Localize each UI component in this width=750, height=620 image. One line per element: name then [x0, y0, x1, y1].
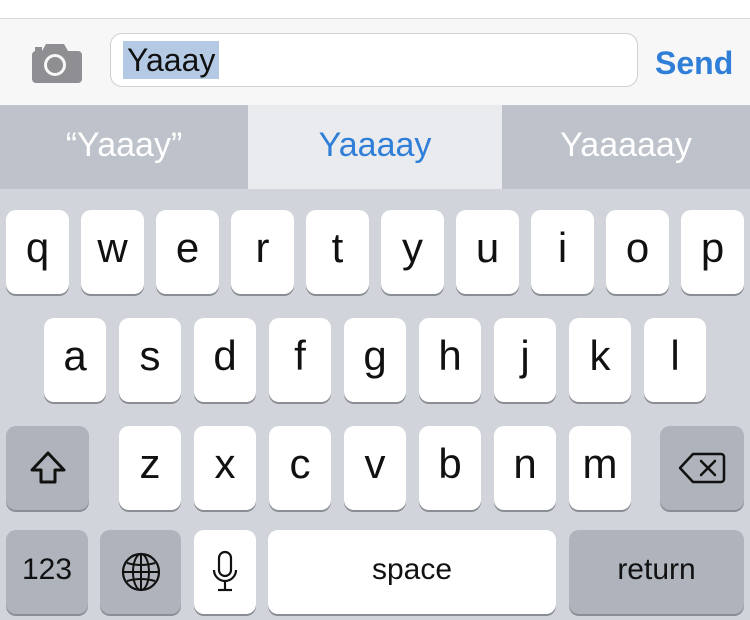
key-i[interactable]: i: [531, 210, 594, 294]
key-t[interactable]: t: [306, 210, 369, 294]
key-l[interactable]: l: [644, 318, 706, 402]
space-key[interactable]: space: [268, 530, 556, 614]
key-label: i: [557, 224, 568, 271]
key-f[interactable]: f: [269, 318, 331, 402]
key-label: 123: [21, 553, 73, 586]
key-label: t: [331, 224, 344, 271]
key-label: z: [139, 440, 161, 487]
key-y[interactable]: y: [381, 210, 444, 294]
shift-key[interactable]: [6, 426, 89, 510]
key-u[interactable]: u: [456, 210, 519, 294]
key-b[interactable]: b: [419, 426, 481, 510]
key-a[interactable]: a: [44, 318, 106, 402]
key-g[interactable]: g: [344, 318, 406, 402]
key-label: d: [213, 332, 237, 379]
key-label: m: [582, 440, 618, 487]
key-label: f: [294, 332, 306, 379]
microphone-icon: [212, 550, 238, 592]
message-input[interactable]: Yaaay: [110, 33, 638, 87]
key-label: w: [97, 224, 128, 271]
backspace-icon: [678, 452, 726, 484]
suggestion-right[interactable]: Yaaaaay: [502, 105, 750, 189]
keyboard: q w e r t y u i o p a s d f g h j k l z …: [0, 189, 750, 620]
key-label: o: [625, 224, 650, 271]
top-divider: [0, 0, 750, 19]
shift-icon: [30, 451, 65, 484]
key-label: c: [289, 440, 311, 487]
key-label: p: [700, 224, 725, 271]
key-label: e: [175, 224, 200, 271]
key-label: k: [589, 332, 611, 379]
camera-icon[interactable]: [28, 41, 82, 83]
key-label: x: [214, 440, 236, 487]
return-key[interactable]: return: [569, 530, 744, 614]
selected-input-text: Yaaay: [123, 41, 220, 79]
globe-key[interactable]: [100, 530, 181, 614]
key-label: space: [371, 553, 453, 586]
predictive-bar: “Yaaay” Yaaaay Yaaaaay: [0, 105, 750, 189]
key-label: g: [363, 332, 387, 379]
key-o[interactable]: o: [606, 210, 669, 294]
globe-icon: [121, 552, 160, 592]
key-label: a: [63, 332, 87, 379]
key-label: j: [520, 332, 530, 379]
dictation-key[interactable]: [194, 530, 256, 614]
key-label: n: [513, 440, 537, 487]
key-label: return: [617, 553, 696, 586]
message-input-bar: Yaaay Send: [0, 19, 750, 105]
numbers-key[interactable]: 123: [6, 530, 88, 614]
key-q[interactable]: q: [6, 210, 69, 294]
key-d[interactable]: d: [194, 318, 256, 402]
key-h[interactable]: h: [419, 318, 481, 402]
key-c[interactable]: c: [269, 426, 331, 510]
suggestion-left[interactable]: “Yaaay”: [0, 105, 248, 189]
key-label: y: [402, 224, 423, 271]
suggestion-center[interactable]: Yaaaay: [248, 105, 502, 189]
key-m[interactable]: m: [569, 426, 631, 510]
key-label: q: [25, 224, 50, 271]
backspace-key[interactable]: [660, 426, 744, 510]
key-k[interactable]: k: [569, 318, 631, 402]
key-x[interactable]: x: [194, 426, 256, 510]
key-p[interactable]: p: [681, 210, 744, 294]
key-w[interactable]: w: [81, 210, 144, 294]
key-label: s: [139, 332, 161, 379]
key-z[interactable]: z: [119, 426, 181, 510]
key-r[interactable]: r: [231, 210, 294, 294]
key-label: r: [255, 224, 270, 271]
key-n[interactable]: n: [494, 426, 556, 510]
key-label: h: [438, 332, 462, 379]
key-v[interactable]: v: [344, 426, 406, 510]
key-label: u: [475, 224, 500, 271]
key-j[interactable]: j: [494, 318, 556, 402]
key-label: v: [364, 440, 386, 487]
key-e[interactable]: e: [156, 210, 219, 294]
send-button[interactable]: Send: [655, 45, 733, 81]
key-label: b: [438, 440, 462, 487]
key-label: l: [670, 332, 680, 379]
key-s[interactable]: s: [119, 318, 181, 402]
